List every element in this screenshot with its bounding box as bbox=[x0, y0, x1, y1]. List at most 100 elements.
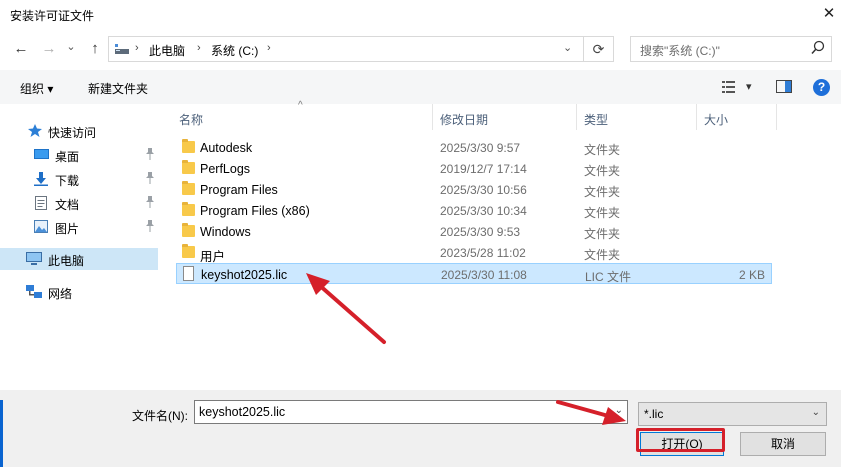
search-input[interactable]: 搜索"系统 (C:)" bbox=[630, 36, 832, 62]
folder-icon bbox=[182, 202, 195, 216]
pin-icon bbox=[145, 148, 155, 163]
column-divider[interactable] bbox=[776, 104, 777, 130]
file-type: 文件夹 bbox=[584, 248, 621, 262]
sidebar-item-label: 网络 bbox=[48, 287, 73, 301]
folder-icon bbox=[182, 139, 195, 153]
sidebar-item-label: 文档 bbox=[55, 198, 80, 212]
search-placeholder: 搜索"系统 (C:)" bbox=[640, 44, 720, 58]
breadcrumb-this-pc[interactable]: 此电脑 bbox=[149, 42, 185, 59]
sidebar-item-desktop[interactable]: 桌面 bbox=[0, 144, 158, 166]
column-header-name[interactable]: 名称 bbox=[179, 111, 203, 128]
navigation-pane: 快速访问 桌面 下载 文档 图片 此电脑 网络 bbox=[0, 104, 158, 390]
sidebar-item-quick-access[interactable]: 快速访问 bbox=[0, 120, 158, 142]
file-size: 2 KB bbox=[738, 268, 765, 282]
filename-dropdown-chevron-icon[interactable]: ⌄ bbox=[615, 405, 623, 416]
back-arrow-icon[interactable]: ← bbox=[12, 40, 30, 58]
pin-icon bbox=[145, 196, 155, 211]
list-item[interactable]: Windows 2025/3/30 9:53 文件夹 bbox=[176, 221, 772, 242]
sidebar-item-documents[interactable]: 文档 bbox=[0, 192, 158, 214]
sidebar-item-label: 下载 bbox=[55, 174, 80, 188]
sidebar-item-label: 桌面 bbox=[55, 150, 80, 164]
view-options-icon[interactable] bbox=[722, 80, 738, 94]
document-icon bbox=[35, 196, 49, 210]
file-date: 2019/12/7 17:14 bbox=[440, 162, 527, 176]
organize-menu-button[interactable]: 组织 ▾ bbox=[20, 80, 53, 97]
filename-value: keyshot2025.lic bbox=[199, 405, 286, 419]
up-arrow-icon[interactable]: ↑ bbox=[86, 40, 104, 58]
preview-pane-icon[interactable] bbox=[776, 80, 792, 93]
file-date: 2023/5/28 11:02 bbox=[440, 246, 526, 260]
sidebar-item-pictures[interactable]: 图片 bbox=[0, 216, 158, 238]
new-folder-button[interactable]: 新建文件夹 bbox=[88, 80, 148, 97]
sidebar-item-downloads[interactable]: 下载 bbox=[0, 168, 158, 190]
file-date: 2025/3/30 9:53 bbox=[440, 225, 521, 239]
breadcrumb-separator-icon: › bbox=[267, 42, 271, 54]
pin-icon bbox=[145, 220, 155, 235]
file-name: Program Files bbox=[200, 183, 278, 197]
picture-icon bbox=[34, 220, 48, 233]
open-button[interactable]: 打开(O) bbox=[640, 432, 724, 456]
window-edge-accent bbox=[0, 400, 3, 467]
network-icon bbox=[26, 285, 42, 298]
window-title: 安装许可证文件 bbox=[10, 9, 95, 23]
filetype-select[interactable]: *.lic ⌄ bbox=[638, 402, 827, 426]
sidebar-item-label: 快速访问 bbox=[48, 126, 97, 140]
file-date: 2025/3/30 11:08 bbox=[441, 268, 527, 282]
column-header-type[interactable]: 类型 bbox=[584, 111, 608, 128]
file-type: 文件夹 bbox=[584, 185, 621, 199]
file-name: PerfLogs bbox=[200, 162, 251, 176]
file-type: 文件夹 bbox=[584, 143, 621, 157]
folder-icon bbox=[182, 244, 195, 258]
search-icon bbox=[811, 40, 825, 59]
forward-arrow-icon[interactable]: → bbox=[40, 40, 58, 58]
file-icon bbox=[183, 266, 194, 281]
column-header-date[interactable]: 修改日期 bbox=[440, 111, 488, 128]
breadcrumb-drive-c[interactable]: 系统 (C:) bbox=[211, 42, 258, 59]
file-date: 2025/3/30 9:57 bbox=[440, 141, 521, 155]
sidebar-item-label: 图片 bbox=[55, 222, 80, 236]
file-date: 2025/3/30 10:34 bbox=[440, 204, 527, 218]
title-bar: 安装许可证文件 ✕ bbox=[0, 0, 841, 30]
list-item[interactable]: Program Files 2025/3/30 10:56 文件夹 bbox=[176, 179, 772, 200]
filename-label: 文件名(N): bbox=[132, 409, 188, 423]
column-divider[interactable] bbox=[576, 104, 577, 130]
computer-icon bbox=[115, 43, 129, 55]
list-item-selected[interactable]: keyshot2025.lic 2025/3/30 11:08 LIC 文件 2… bbox=[176, 263, 772, 284]
address-dropdown-chevron-icon[interactable]: ⌄ bbox=[563, 41, 572, 54]
download-icon bbox=[34, 172, 48, 186]
sort-ascending-icon: ^ bbox=[298, 100, 303, 111]
list-item[interactable]: 用户 2023/5/28 11:02 文件夹 bbox=[176, 242, 772, 264]
file-type: 文件夹 bbox=[584, 164, 621, 178]
file-name: Windows bbox=[200, 225, 251, 239]
file-date: 2025/3/30 10:56 bbox=[440, 183, 527, 197]
file-type: LIC 文件 bbox=[585, 270, 632, 284]
filename-input[interactable]: keyshot2025.lic ⌄ bbox=[194, 400, 628, 424]
address-bar[interactable]: › 此电脑 › 系统 (C:) › ⌄ bbox=[108, 36, 584, 62]
desktop-icon bbox=[34, 148, 49, 161]
command-toolbar: 组织 ▾ 新建文件夹 ▾ ? bbox=[0, 70, 841, 104]
cancel-button[interactable]: 取消 bbox=[740, 432, 826, 456]
column-header-size[interactable]: 大小 bbox=[704, 111, 728, 128]
file-name: Autodesk bbox=[200, 141, 253, 155]
help-icon[interactable]: ? bbox=[813, 79, 830, 96]
refresh-icon[interactable]: ⟳ bbox=[584, 36, 614, 62]
list-item[interactable]: Program Files (x86) 2025/3/30 10:34 文件夹 bbox=[176, 200, 772, 221]
folder-icon bbox=[182, 160, 195, 174]
sidebar-item-label: 此电脑 bbox=[48, 254, 85, 268]
breadcrumb-separator-icon: › bbox=[135, 42, 139, 54]
breadcrumb-separator-icon: › bbox=[197, 42, 201, 54]
file-name: keyshot2025.lic bbox=[201, 268, 288, 282]
list-item[interactable]: Autodesk 2025/3/30 9:57 文件夹 bbox=[176, 137, 772, 158]
sidebar-item-this-pc[interactable]: 此电脑 bbox=[0, 248, 158, 270]
view-dropdown-chevron-icon[interactable]: ▾ bbox=[746, 80, 752, 93]
recent-locations-chevron-icon[interactable]: ⌄ bbox=[62, 38, 80, 56]
pin-icon bbox=[145, 172, 155, 187]
file-type: 文件夹 bbox=[584, 206, 621, 220]
column-divider[interactable] bbox=[696, 104, 697, 130]
close-icon[interactable]: ✕ bbox=[818, 4, 840, 24]
sidebar-item-network[interactable]: 网络 bbox=[0, 281, 158, 303]
list-item[interactable]: PerfLogs 2019/12/7 17:14 文件夹 bbox=[176, 158, 772, 179]
column-divider[interactable] bbox=[432, 104, 433, 130]
file-dialog-footer: 文件名(N): keyshot2025.lic ⌄ *.lic ⌄ 打开(O) … bbox=[0, 390, 841, 467]
filetype-value: *.lic bbox=[644, 407, 664, 421]
